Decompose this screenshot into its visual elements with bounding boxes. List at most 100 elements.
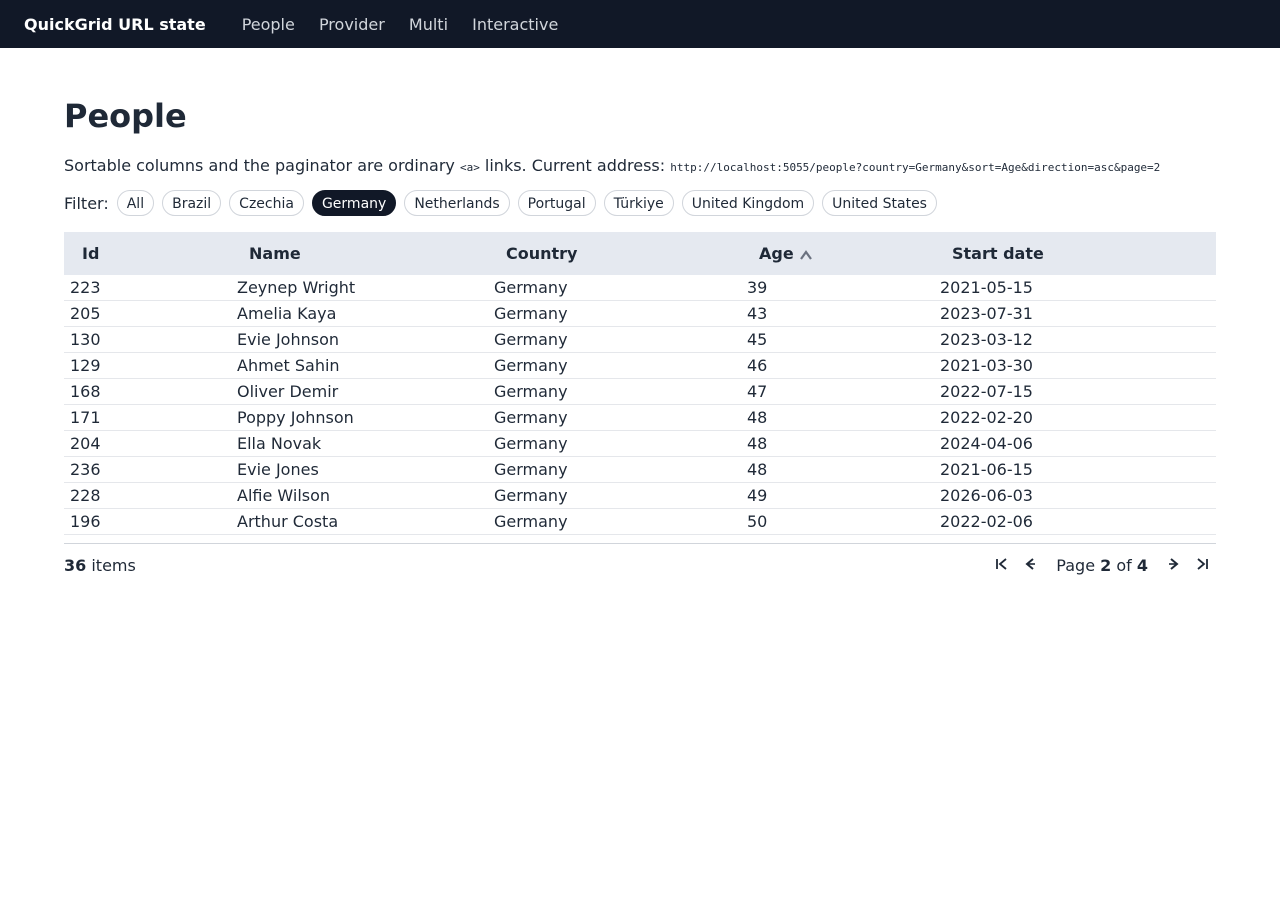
intro-text-end: links. Current address: — [479, 156, 671, 175]
cell-name: Poppy Johnson — [231, 404, 488, 431]
cell-country: Germany — [488, 326, 741, 353]
sort-link-start-date[interactable]: Start date — [952, 244, 1044, 263]
cell-id: 171 — [64, 404, 231, 431]
cell-age: 46 — [741, 352, 934, 379]
sort-link-country[interactable]: Country — [506, 244, 577, 263]
grid-footer: 36 items Page 2 of 4 — [64, 543, 1216, 586]
cell-name: Evie Jones — [231, 456, 488, 483]
last-page-icon — [1195, 556, 1209, 575]
page-description: Sortable columns and the paginator are o… — [64, 156, 1216, 176]
cell-start-date: 2022-02-20 — [934, 404, 1216, 431]
total-pages-number: 4 — [1136, 555, 1148, 575]
cell-id: 223 — [64, 275, 231, 301]
item-count: 36 items — [64, 556, 136, 575]
column-header-name: Name — [231, 232, 488, 275]
sort-link-name[interactable]: Name — [249, 244, 301, 263]
table-body: 223 Zeynep Wright Germany 39 2021-05-15 205 Am… — [64, 275, 1216, 535]
cell-age: 39 — [741, 275, 934, 301]
sort-link-id[interactable]: Id — [82, 244, 99, 263]
filter-pill-united-kingdom[interactable]: United Kingdom — [681, 190, 815, 216]
cell-country: Germany — [488, 482, 741, 509]
filter-pill-brazil[interactable]: Brazil — [162, 190, 222, 216]
filter-pill-all[interactable]: All — [116, 190, 155, 216]
first-page-button[interactable] — [988, 551, 1016, 579]
country-filter: Filter: All Brazil Czechia Germany Nethe… — [64, 189, 1216, 217]
cell-age: 48 — [741, 430, 934, 457]
cell-country: Germany — [488, 300, 741, 327]
people-table: Id Name Country Age Start date 223 Zeynep… — [64, 232, 1216, 535]
filter-pill-united-states[interactable]: United States — [822, 190, 937, 216]
cell-name: Amelia Kaya — [231, 300, 488, 327]
first-page-icon — [995, 556, 1009, 575]
main-content: People Sortable columns and the paginato… — [0, 96, 1280, 586]
cell-id: 168 — [64, 378, 231, 405]
current-page-number: 2 — [1100, 555, 1112, 575]
filter-label: Filter: — [64, 193, 109, 213]
cell-start-date: 2021-03-30 — [934, 352, 1216, 379]
table-row: 171 Poppy Johnson Germany 48 2022-02-20 — [64, 404, 1216, 431]
cell-start-date: 2021-06-15 — [934, 456, 1216, 483]
cell-start-date: 2022-07-15 — [934, 378, 1216, 405]
nav-link-multi[interactable]: Multi — [409, 15, 448, 34]
nav-link-interactive[interactable]: Interactive — [472, 15, 558, 34]
cell-age: 50 — [741, 508, 934, 535]
table-row: 204 Ella Novak Germany 48 2024-04-06 — [64, 430, 1216, 457]
previous-page-button[interactable] — [1016, 551, 1044, 579]
anchor-tag-code: <a> — [459, 161, 480, 174]
column-header-start-date: Start date — [934, 232, 1216, 275]
cell-country: Germany — [488, 430, 741, 457]
filter-pill-netherlands[interactable]: Netherlands — [404, 190, 510, 216]
cell-id: 130 — [64, 326, 231, 353]
cell-id: 129 — [64, 352, 231, 379]
table-row: 168 Oliver Demir Germany 47 2022-07-15 — [64, 378, 1216, 405]
cell-id: 205 — [64, 300, 231, 327]
cell-country: Germany — [488, 404, 741, 431]
filter-pill-czechia[interactable]: Czechia — [229, 190, 304, 216]
page-prefix: Page — [1056, 555, 1101, 575]
table-row: 223 Zeynep Wright Germany 39 2021-05-15 — [64, 275, 1216, 301]
cell-name: Evie Johnson — [231, 326, 488, 353]
page-of-label: of — [1111, 555, 1137, 575]
sort-link-age-label: Age — [759, 243, 794, 263]
column-header-age: Age — [741, 232, 934, 275]
cell-id: 236 — [64, 456, 231, 483]
cell-start-date: 2021-05-15 — [934, 275, 1216, 301]
cell-start-date: 2026-06-03 — [934, 482, 1216, 509]
main-nav: People Provider Multi Interactive — [242, 15, 578, 34]
top-navigation-bar: QuickGrid URL state People Provider Mult… — [0, 0, 1280, 48]
cell-id: 228 — [64, 482, 231, 509]
cell-age: 45 — [741, 326, 934, 353]
next-page-button[interactable] — [1160, 551, 1188, 579]
intro-text-start: Sortable columns and the paginator are o… — [64, 156, 460, 175]
cell-age: 48 — [741, 456, 934, 483]
cell-country: Germany — [488, 275, 741, 301]
filter-pill-germany[interactable]: Germany — [311, 190, 397, 216]
item-count-number: 36 — [64, 555, 87, 575]
table-row: 236 Evie Jones Germany 48 2021-06-15 — [64, 456, 1216, 483]
sort-link-age[interactable]: Age — [759, 244, 812, 264]
cell-id: 204 — [64, 430, 231, 457]
cell-name: Arthur Costa — [231, 508, 488, 535]
cell-start-date: 2023-03-12 — [934, 326, 1216, 353]
filter-pill-portugal[interactable]: Portugal — [517, 190, 596, 216]
column-header-country: Country — [488, 232, 741, 275]
filter-pill-turkiye[interactable]: Türkiye — [603, 190, 674, 216]
nav-link-provider[interactable]: Provider — [319, 15, 385, 34]
cell-start-date: 2023-07-31 — [934, 300, 1216, 327]
cell-country: Germany — [488, 378, 741, 405]
page-title: People — [64, 97, 187, 135]
previous-page-icon — [1023, 556, 1037, 575]
last-page-button[interactable] — [1188, 551, 1216, 579]
cell-name: Oliver Demir — [231, 378, 488, 405]
cell-start-date: 2024-04-06 — [934, 430, 1216, 457]
cell-age: 43 — [741, 300, 934, 327]
table-row: 129 Ahmet Sahin Germany 46 2021-03-30 — [64, 352, 1216, 379]
nav-link-people[interactable]: People — [242, 15, 295, 34]
page-indicator: Page 2 of 4 — [1056, 556, 1148, 575]
cell-name: Alfie Wilson — [231, 482, 488, 509]
brand-link[interactable]: QuickGrid URL state — [24, 15, 206, 34]
column-header-id: Id — [64, 232, 231, 275]
paginator: Page 2 of 4 — [988, 551, 1216, 579]
cell-id: 196 — [64, 508, 231, 535]
cell-age: 49 — [741, 482, 934, 509]
